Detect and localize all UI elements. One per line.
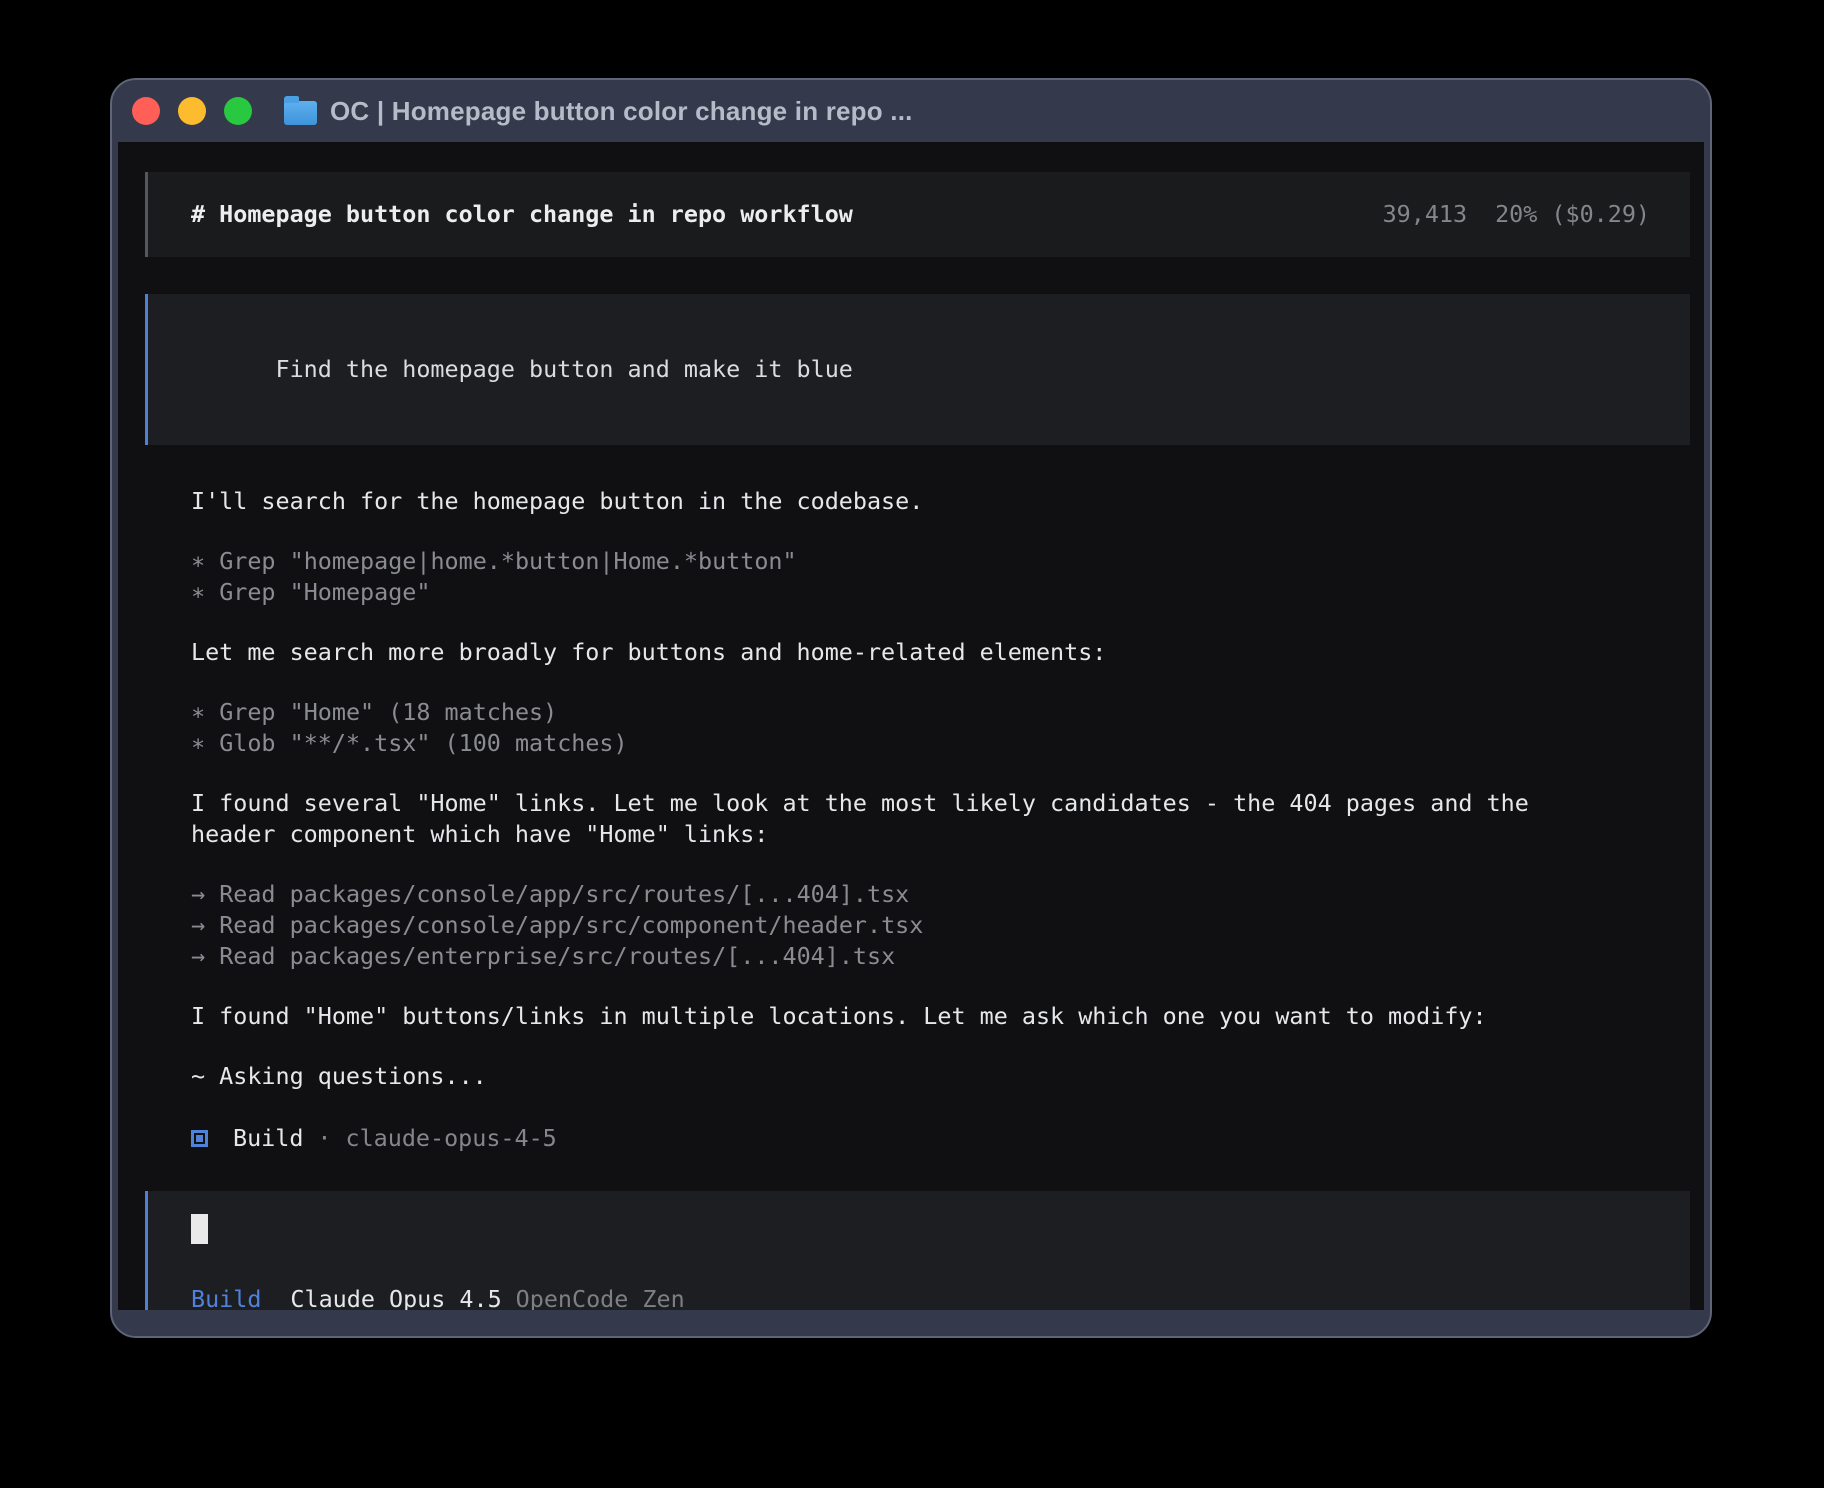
assistant-text: Let me search more broadly for buttons a… [191,637,1586,668]
tool-call-line: ∗ Glob "**/*.tsx" (100 matches) [191,728,1650,759]
mode-label: Build [191,1284,261,1310]
tool-call-group: ∗ Grep "homepage|home.*button|Home.*butt… [191,546,1650,608]
assistant-text: I'll search for the homepage button in t… [191,486,1586,517]
tool-name: Grep [219,546,275,577]
separator-dot: · [317,1123,331,1154]
window-title: OC | Homepage button color change in rep… [330,96,913,127]
tool-args: packages/console/app/src/routes/[...404]… [290,879,910,910]
tool-bullet-icon: ∗ [191,577,205,608]
input-footer: Build Claude Opus 4.5 OpenCode Zen [191,1284,1650,1310]
minimize-button[interactable] [178,97,206,125]
tool-call-line: ∗ Grep "Homepage" [191,577,1650,608]
agent-badge-icon [191,1130,208,1147]
zoom-button[interactable] [224,97,252,125]
session-header: # Homepage button color change in repo w… [145,172,1690,257]
tool-call-line: → Read packages/console/app/src/routes/[… [191,879,1650,910]
tool-name: Read [219,910,275,941]
close-button[interactable] [132,97,160,125]
tool-name: Grep [219,697,275,728]
assistant-text: I found several "Home" links. Let me loo… [191,788,1586,850]
arrow-icon: → [191,941,205,972]
session-stats: 39,413 20% ($0.29) [1383,199,1650,230]
prompt-input[interactable]: Build Claude Opus 4.5 OpenCode Zen [145,1191,1690,1310]
tool-args: "Home" (18 matches) [290,697,558,728]
context-usage: 20% ($0.29) [1495,199,1650,230]
assistant-status-text: ~ Asking questions... [191,1061,1586,1092]
tool-args: packages/enterprise/src/routes/[...404].… [290,941,896,972]
provider-label: OpenCode Zen [516,1284,685,1310]
tool-bullet-icon: ∗ [191,697,205,728]
arrow-icon: → [191,879,205,910]
agent-name: Build [233,1123,303,1154]
tool-call-group: ∗ Grep "Home" (18 matches) ∗ Glob "**/*.… [191,697,1650,759]
token-count: 39,413 [1383,199,1468,230]
tool-args: "**/*.tsx" (100 matches) [290,728,628,759]
tool-name: Glob [219,728,275,759]
arrow-icon: → [191,910,205,941]
user-message-text: Find the homepage button and make it blu… [276,355,853,383]
window-controls [132,97,252,125]
terminal-content: # Homepage button color change in repo w… [118,142,1704,1310]
tool-call-line: ∗ Grep "Home" (18 matches) [191,697,1650,728]
tool-bullet-icon: ∗ [191,546,205,577]
tool-args: "Homepage" [290,577,431,608]
tool-name: Grep [219,577,275,608]
model-label: Claude Opus 4.5 [290,1284,501,1310]
assistant-transcript: I'll search for the homepage button in t… [145,486,1690,1154]
agent-status-line: Build · claude-opus-4-5 [191,1123,1650,1154]
tool-call-line: → Read packages/console/app/src/componen… [191,910,1650,941]
tool-call-line: → Read packages/enterprise/src/routes/[.… [191,941,1650,972]
user-message: Find the homepage button and make it blu… [145,294,1690,445]
folder-icon [284,101,317,125]
text-cursor [191,1214,208,1244]
tool-name: Read [219,879,275,910]
assistant-text: I found "Home" buttons/links in multiple… [191,1001,1586,1032]
session-title: # Homepage button color change in repo w… [191,199,853,230]
model-name: claude-opus-4-5 [346,1123,557,1154]
tool-bullet-icon: ∗ [191,728,205,759]
tool-args: packages/console/app/src/component/heade… [290,910,924,941]
tool-call-group: → Read packages/console/app/src/routes/[… [191,879,1650,972]
tool-args: "homepage|home.*button|Home.*button" [290,546,797,577]
tool-name: Read [219,941,275,972]
titlebar-proxy: OC | Homepage button color change in rep… [284,96,913,127]
tool-call-line: ∗ Grep "homepage|home.*button|Home.*butt… [191,546,1650,577]
terminal-window: OC | Homepage button color change in rep… [110,78,1712,1338]
titlebar: OC | Homepage button color change in rep… [112,80,1710,142]
